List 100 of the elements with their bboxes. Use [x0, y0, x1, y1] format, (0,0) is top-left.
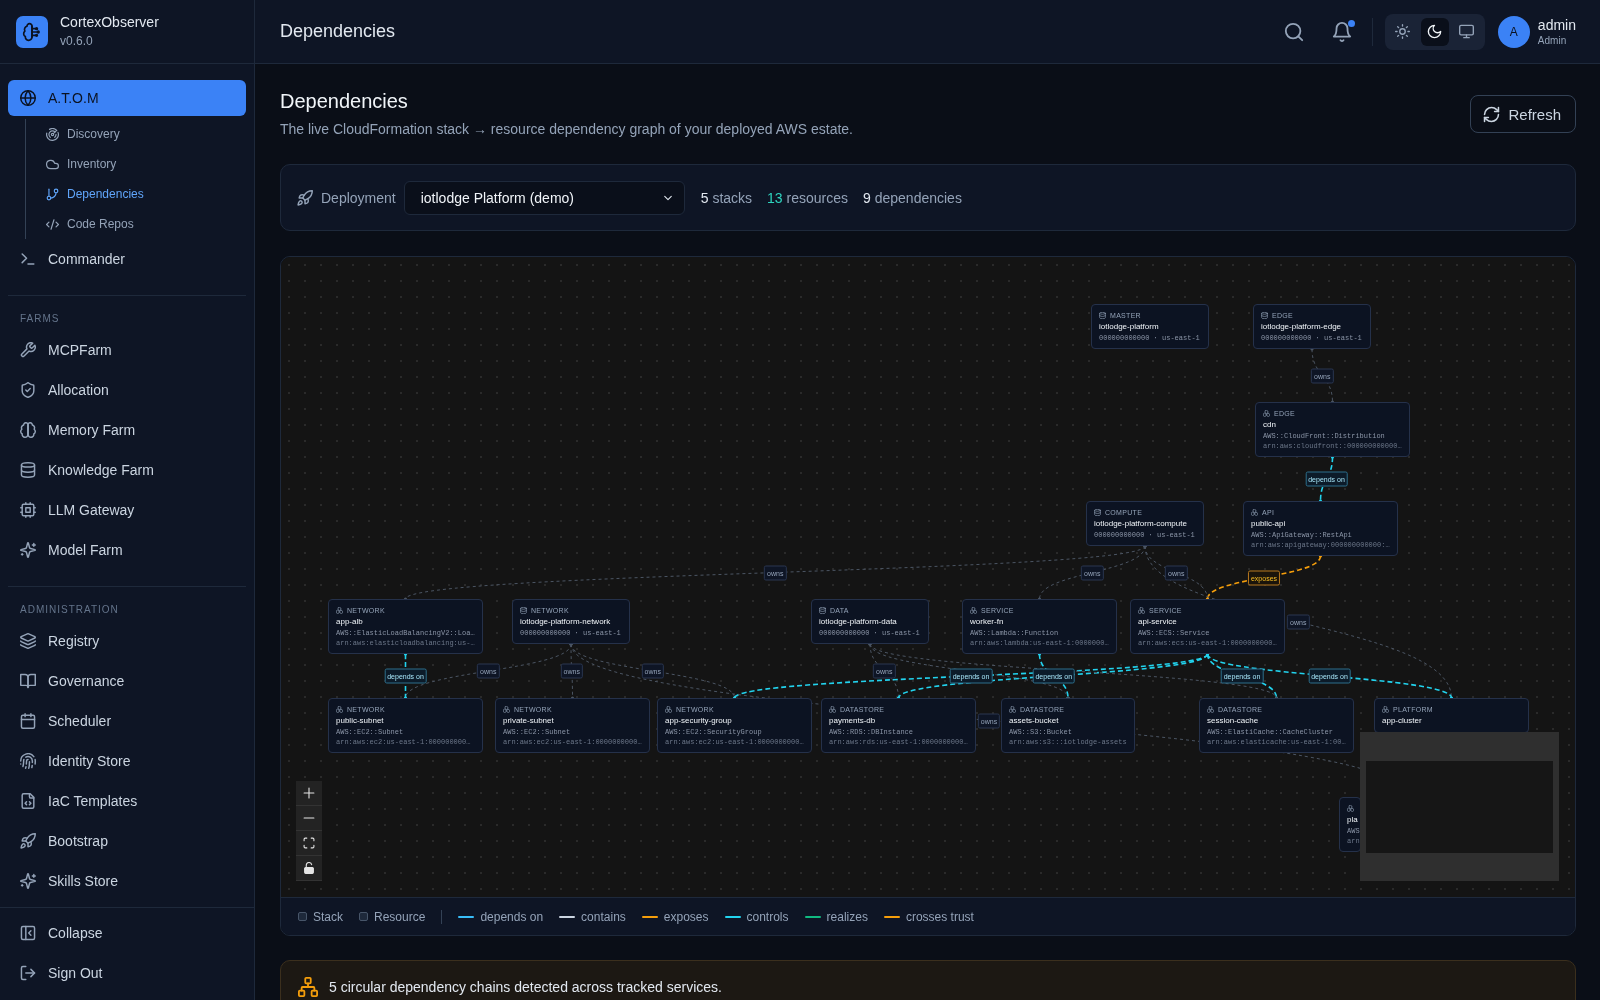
node-name: iotlodge-platform-compute	[1094, 519, 1187, 528]
nav-item[interactable]: Registry	[8, 623, 246, 659]
nav-item[interactable]: Model Farm	[8, 532, 246, 568]
database-icon	[20, 462, 36, 478]
nav-item[interactable]: Knowledge Farm	[8, 452, 246, 488]
count-text: 13 resources	[767, 189, 848, 206]
nav-subitem[interactable]: Discovery	[26, 119, 246, 149]
page-title: Dependencies	[280, 89, 408, 114]
radar-icon	[46, 127, 59, 141]
node-name: worker-fn	[970, 617, 1004, 626]
user-role: Admin	[1537, 33, 1567, 47]
nav-item[interactable]: Scheduler	[8, 703, 246, 739]
shield-check-icon	[20, 382, 36, 398]
collapse-panel-icon	[20, 925, 36, 941]
moon-icon	[1427, 24, 1443, 39]
nav-item[interactable]: Identity Store	[8, 743, 246, 779]
rocket-icon	[297, 189, 313, 206]
legend-label: crosses trust	[905, 909, 974, 924]
node-name: iotlodge-platform-data	[819, 617, 897, 626]
wrench-icon	[20, 342, 36, 358]
deployment-label: Deployment	[321, 189, 396, 206]
section-heading: FARMS	[19, 312, 61, 326]
cubes-icon	[970, 606, 977, 614]
sparkles-icon	[20, 542, 36, 558]
count-text: 9 dependencies	[863, 189, 962, 206]
nav-item[interactable]: Governance	[8, 663, 246, 699]
page-header-title: Dependencies	[280, 21, 396, 42]
nav-item[interactable]: Bootstrap	[8, 823, 246, 859]
node-name: app-alb	[336, 617, 363, 626]
nav-subitem[interactable]: Code Repos	[26, 209, 246, 239]
node-name: public-api	[1251, 519, 1286, 528]
hierarchy-icon	[298, 977, 318, 997]
node-name: session-cache	[1207, 716, 1259, 725]
legend-swatch-icon	[298, 912, 307, 921]
calendar-icon	[20, 713, 36, 729]
cubes-icon	[1251, 508, 1258, 516]
brain-logo-icon	[16, 15, 48, 48]
zoom-out-button[interactable]	[296, 806, 322, 831]
nav-item[interactable]: LLM Gateway	[8, 492, 246, 528]
zoom-in-button[interactable]	[296, 781, 322, 806]
sidebar-action[interactable]: Sign Out	[8, 955, 246, 991]
nav-item[interactable]: Commander	[8, 241, 246, 277]
node-name: cdn	[1263, 420, 1276, 429]
node-name: private-subnet	[503, 716, 554, 725]
lock-button[interactable]	[296, 856, 322, 881]
legend-swatch-icon	[359, 912, 368, 921]
lock-icon	[303, 862, 315, 874]
user-name: admin	[1537, 16, 1576, 34]
brain-icon	[20, 422, 36, 438]
app-name: CortexObserver	[60, 14, 159, 31]
dark-theme-button[interactable]	[1420, 17, 1449, 46]
cubes-icon	[1009, 705, 1016, 713]
terminal-icon	[20, 251, 36, 267]
nav-item[interactable]: Skills Store	[8, 863, 246, 899]
fullscreen-icon	[303, 837, 315, 849]
globe-icon	[20, 90, 36, 106]
count-text: 5 stacks	[700, 189, 753, 206]
layers-icon	[20, 633, 36, 649]
legend-label: Stack	[313, 909, 343, 924]
refresh-button[interactable]: Refresh	[1470, 95, 1576, 133]
warning-text: 5 circular dependency chains detected across tracked services.	[329, 978, 722, 997]
code-icon	[46, 217, 59, 231]
deployment-select[interactable]: iotlodge Platform (demo)	[403, 180, 685, 215]
cubes-icon	[1382, 705, 1389, 713]
database-icon	[520, 606, 527, 614]
legend-label: contains	[581, 909, 626, 924]
nav-item[interactable]: Memory Farm	[8, 412, 246, 448]
refresh-icon	[1483, 105, 1501, 123]
node-name: api-service	[1138, 617, 1177, 626]
cubes-icon	[665, 705, 672, 713]
cpu-chip-icon	[20, 502, 36, 518]
sidebar-action[interactable]: Collapse	[8, 915, 246, 951]
user-avatar[interactable]: A	[1497, 15, 1530, 48]
node-name: app-cluster	[1382, 716, 1422, 725]
nav-item[interactable]: MCPFarm	[8, 332, 246, 368]
app-version: v0.6.0	[60, 34, 93, 49]
rocket-icon	[20, 833, 36, 849]
node-name: app-security-group	[665, 716, 732, 725]
database-icon	[819, 606, 826, 614]
fingerprint-icon	[20, 753, 36, 769]
code-file-icon	[20, 793, 36, 809]
nav-item[interactable]: IaC Templates	[8, 783, 246, 819]
cubes-icon	[503, 705, 510, 713]
legend-label: Resource	[374, 909, 426, 924]
nav-item[interactable]: A.T.O.M	[8, 80, 246, 116]
nav-subitem[interactable]: Inventory	[26, 149, 246, 179]
page-subtitle: The live CloudFormation stack → resource dependency graph of your deployed AWS estate.	[280, 120, 853, 139]
cubes-icon	[336, 606, 343, 614]
cubes-icon	[1347, 804, 1354, 812]
nav-item[interactable]: Allocation	[8, 372, 246, 408]
legend-label: depends on	[480, 909, 544, 924]
database-icon	[1261, 311, 1268, 319]
sun-icon	[1395, 24, 1411, 39]
fit-view-button[interactable]	[296, 831, 322, 856]
cubes-icon	[829, 705, 836, 713]
nav-subitem[interactable]: Dependencies	[26, 179, 246, 209]
cubes-icon	[1138, 606, 1145, 614]
node-name: public-subnet	[336, 716, 384, 725]
database-icon	[1094, 508, 1101, 516]
bell-icon	[1331, 21, 1352, 42]
